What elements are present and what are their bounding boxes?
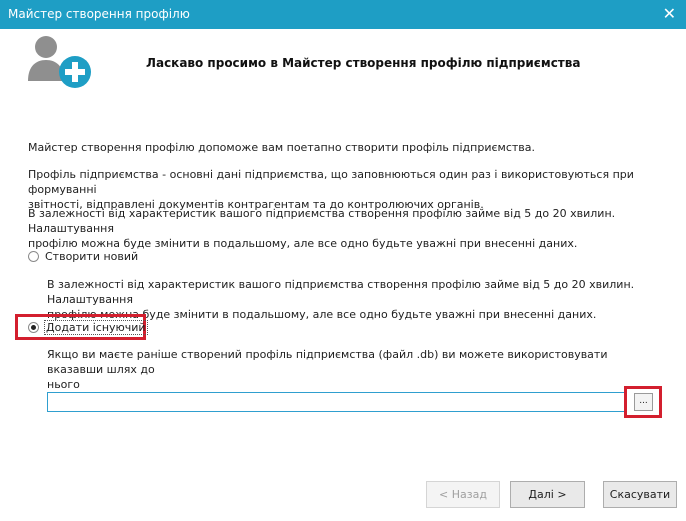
intro-text-3: В залежності від характеристик вашого пі… [28, 207, 616, 250]
page-title: Ласкаво просимо в Майстер створення проф… [146, 56, 581, 70]
next-button[interactable]: Далі > [510, 481, 585, 508]
intro-text-1: Майстер створення профілю допоможе вам п… [28, 141, 535, 154]
wizard-window: Майстер створення профілю ✕ Ласкаво прос… [0, 0, 686, 521]
add-existing-option[interactable]: Додати існуючий [28, 319, 148, 335]
back-button[interactable]: < Назад [426, 481, 500, 508]
create-new-label[interactable]: Створити новий [45, 250, 138, 263]
add-existing-description: Якщо ви маєте раніше створений профіль п… [47, 348, 608, 391]
create-new-radio[interactable] [28, 250, 39, 262]
title-bar: Майстер створення профілю ✕ [0, 0, 686, 29]
add-existing-label[interactable]: Додати існуючий [44, 319, 148, 335]
window-title: Майстер створення профілю [8, 7, 190, 21]
cancel-button[interactable]: Скасувати [603, 481, 677, 508]
file-path-input[interactable] [47, 392, 625, 412]
user-add-icon [26, 33, 96, 93]
create-new-option[interactable]: Створити новий [28, 248, 138, 264]
close-icon[interactable]: ✕ [663, 4, 676, 23]
browse-button[interactable]: ... [634, 393, 653, 411]
add-existing-radio[interactable] [28, 321, 39, 333]
